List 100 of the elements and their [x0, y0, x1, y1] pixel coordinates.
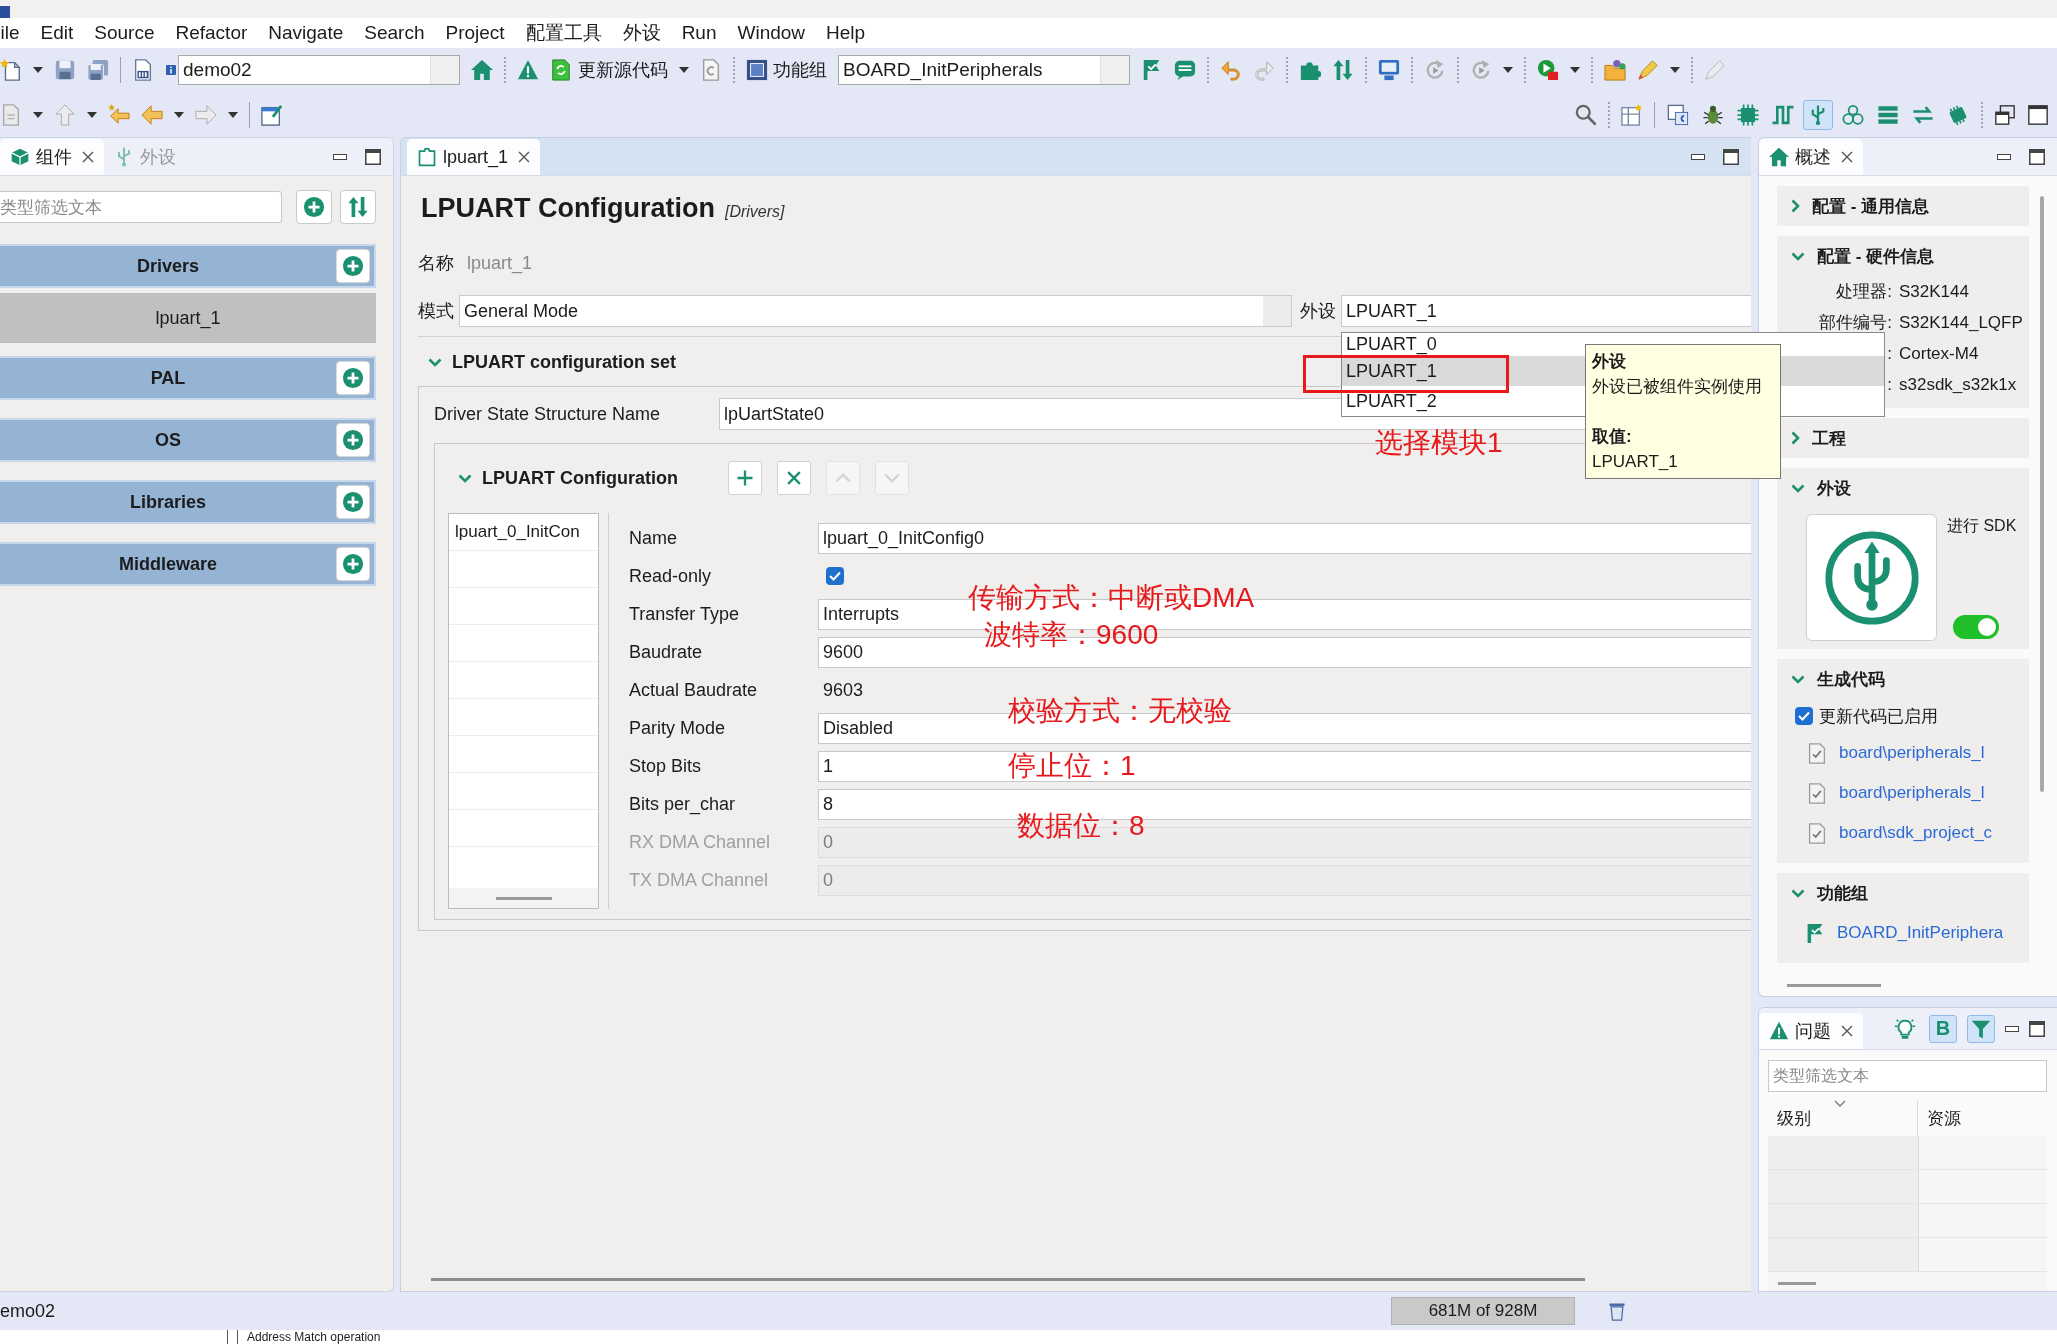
folder-icon[interactable] — [1604, 59, 1626, 81]
project-combo[interactable]: demo02 — [178, 55, 460, 85]
filter-field[interactable]: 类型筛选文本 — [1768, 1060, 2047, 1092]
menu-item[interactable]: Source — [83, 22, 165, 44]
panel-tab[interactable]: 组件 — [0, 139, 104, 175]
menu-item[interactable]: Window — [727, 22, 816, 44]
close-icon[interactable] — [518, 151, 531, 163]
caret-icon[interactable] — [1570, 67, 1580, 73]
add-button[interactable] — [728, 461, 762, 495]
category-header[interactable]: Middleware — [0, 542, 376, 586]
new-file-icon[interactable] — [0, 59, 22, 81]
chevron-down-icon[interactable] — [428, 357, 442, 367]
column-header[interactable]: 级别 — [1777, 1106, 1811, 1130]
up-down-arrows-icon[interactable] — [1332, 59, 1354, 81]
close-icon[interactable] — [82, 151, 94, 163]
caret-icon[interactable] — [33, 67, 43, 73]
usb-icon[interactable] — [1803, 99, 1833, 130]
menu-item[interactable]: ile — [0, 22, 30, 44]
table-icon[interactable] — [1621, 103, 1643, 126]
category-header[interactable]: Libraries — [0, 480, 376, 524]
column-header[interactable]: 资源 — [1927, 1106, 1961, 1130]
binary-file-icon[interactable] — [132, 59, 154, 81]
run-icon[interactable] — [1537, 59, 1559, 81]
save-all-icon[interactable] — [87, 59, 109, 81]
sort-button[interactable] — [340, 190, 376, 224]
menu-item[interactable]: Edit — [30, 22, 84, 44]
close-icon[interactable] — [1841, 1025, 1853, 1037]
minimize-icon[interactable] — [333, 153, 347, 160]
menu-item[interactable]: Navigate — [257, 22, 354, 44]
menu-item[interactable]: Project — [435, 22, 516, 44]
add-button[interactable] — [336, 249, 370, 283]
menu-item[interactable]: Search — [353, 22, 435, 44]
info-icon[interactable] — [165, 63, 177, 77]
scrollbar-thumb[interactable] — [1787, 983, 1881, 987]
panel-tab[interactable]: 问题 — [1759, 1013, 1863, 1049]
document-icon[interactable] — [700, 59, 722, 81]
checkbox[interactable] — [1795, 707, 1813, 725]
category-header[interactable]: PAL — [0, 356, 376, 400]
component-item[interactable]: lpuart_1 — [0, 293, 376, 343]
heap-status[interactable]: 681M of 928M — [1391, 1297, 1575, 1325]
maximize-icon[interactable] — [1723, 148, 1739, 165]
update-code-button[interactable]: 更新源代码 — [550, 58, 668, 82]
filter-icon[interactable] — [1967, 1014, 1995, 1043]
caret-icon[interactable] — [87, 111, 97, 118]
function-group-link[interactable]: BOARD_InitPeriphera — [1837, 923, 2004, 943]
maximize-icon[interactable] — [2029, 1020, 2045, 1037]
filter-field[interactable]: 类型筛选文本 — [0, 191, 282, 223]
menu-item[interactable]: 外设 — [612, 20, 672, 46]
minimize-icon[interactable] — [1997, 153, 2011, 160]
peripheral-card[interactable] — [1806, 514, 1937, 641]
chevron-down-icon[interactable] — [1791, 888, 1805, 898]
add-button[interactable] — [336, 423, 370, 457]
add-button[interactable] — [336, 361, 370, 395]
chat-icon[interactable] — [1174, 59, 1196, 81]
file-link[interactable]: board\peripherals_l — [1839, 783, 1985, 803]
chevron-right-icon[interactable] — [1791, 199, 1800, 213]
add-button[interactable] — [336, 547, 370, 581]
text-field[interactable]: lpuart_0_InitConfig0 — [818, 522, 1751, 554]
caret-icon[interactable] — [174, 111, 184, 118]
add-button[interactable] — [296, 190, 332, 224]
pencil-icon[interactable] — [1637, 59, 1659, 81]
chevron-down-icon[interactable] — [1791, 483, 1805, 493]
scrollbar-thumb[interactable] — [495, 896, 552, 900]
caret-icon[interactable] — [228, 111, 238, 118]
chevron-right-icon[interactable] — [1791, 431, 1800, 445]
maximize-icon[interactable] — [2029, 148, 2045, 165]
chevron-down-icon[interactable] — [458, 473, 472, 483]
home-icon[interactable] — [471, 59, 493, 81]
scrollbar-thumb[interactable] — [431, 1278, 1585, 1281]
restore-icon[interactable] — [1994, 103, 2016, 126]
trash-icon[interactable] — [1607, 1301, 1627, 1321]
category-header[interactable]: Drivers — [0, 244, 376, 288]
add-button[interactable] — [336, 485, 370, 519]
file-link[interactable]: board\peripherals_l — [1839, 743, 1985, 763]
function-group-combo[interactable]: BOARD_InitPeripherals — [838, 55, 1130, 85]
maximize-icon[interactable] — [365, 148, 381, 165]
minimize-icon[interactable] — [2005, 1025, 2019, 1032]
menu-item[interactable]: 配置工具 — [515, 20, 613, 46]
caret-icon[interactable] — [1503, 67, 1513, 73]
warning-icon[interactable] — [517, 59, 539, 81]
menu-item[interactable]: Refactor — [164, 22, 258, 44]
peripheral-combo[interactable]: LPUART_1 — [1341, 295, 1751, 327]
mode-combo[interactable]: General Mode — [459, 295, 1292, 327]
editor-tab[interactable]: lpuart_1 — [407, 139, 541, 175]
toggle-switch[interactable] — [1953, 615, 1999, 639]
chevron-down-icon[interactable] — [1791, 251, 1805, 261]
remove-button[interactable] — [777, 461, 811, 495]
menu-item[interactable]: Run — [671, 22, 727, 44]
panel-tab[interactable]: 概述 — [1759, 139, 1863, 175]
undo-icon[interactable] — [1220, 59, 1242, 81]
scrollbar-thumb[interactable] — [2040, 196, 2044, 792]
close-icon[interactable] — [1841, 151, 1853, 163]
search-icon[interactable] — [1575, 103, 1597, 126]
caret-icon[interactable] — [679, 67, 689, 73]
new-window-icon[interactable] — [261, 103, 283, 126]
checkbox[interactable] — [826, 567, 844, 585]
category-header[interactable]: OS — [0, 418, 376, 462]
minimize-icon[interactable] — [1691, 153, 1705, 160]
back-arrow-icon[interactable] — [108, 103, 130, 126]
scrollbar-thumb[interactable] — [1778, 1281, 1816, 1285]
